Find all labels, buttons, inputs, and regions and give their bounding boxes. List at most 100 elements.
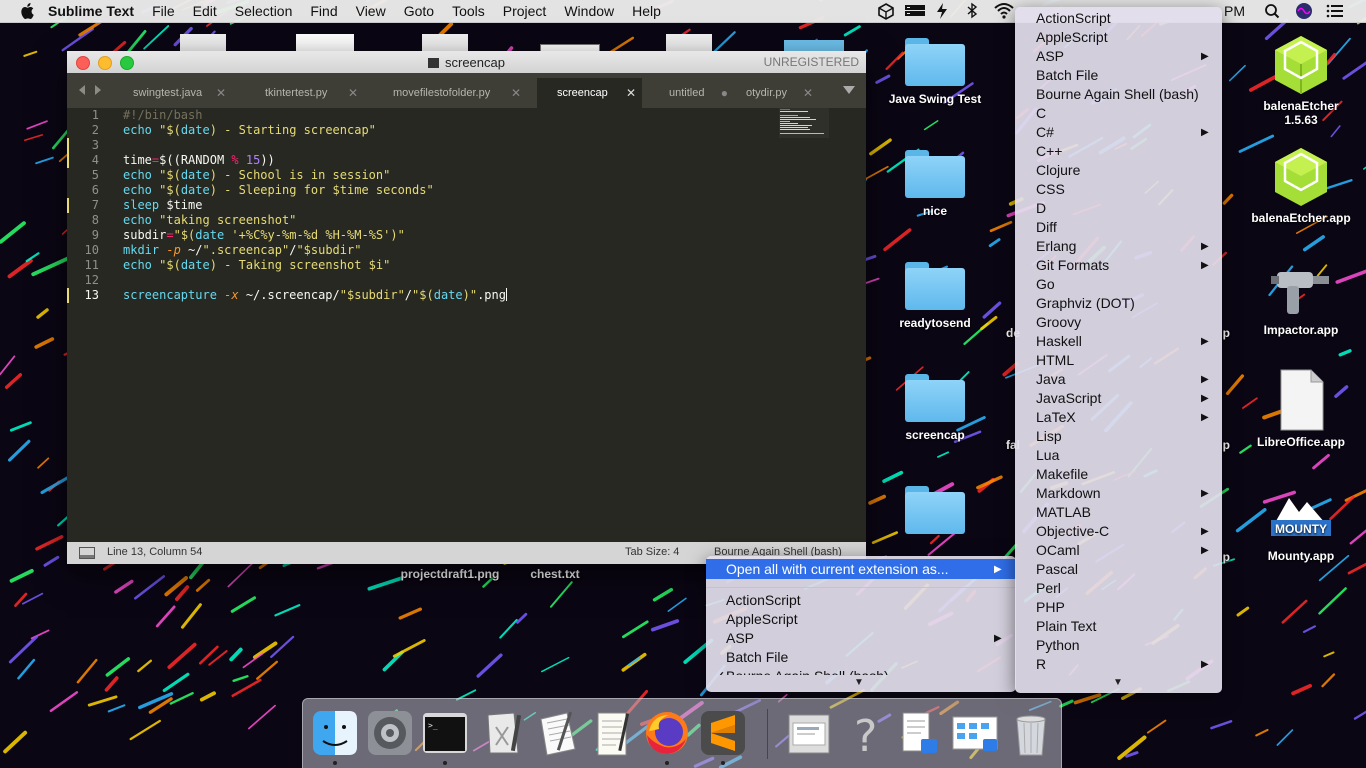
syntax-item-graphviz-dot[interactable]: Graphviz (DOT) [1036, 294, 1135, 313]
syntax-item-c[interactable]: C++ [1036, 142, 1062, 161]
syntax-item-r[interactable]: R [1036, 655, 1046, 674]
script-editor-icon[interactable] [478, 709, 526, 757]
firefox-icon[interactable] [643, 709, 691, 757]
finder-icon[interactable] [311, 709, 359, 757]
menu-project[interactable]: Project [503, 3, 547, 19]
tab-list-dropdown-icon[interactable] [842, 84, 856, 96]
code-line[interactable]: echo "$(date) - Starting screencap" [123, 123, 376, 138]
desktop-app-balena-etcher-app[interactable]: balenaEtcher.app [1246, 146, 1356, 225]
tab-close-icon[interactable]: ✕ [348, 78, 358, 108]
syntax-item-pascal[interactable]: Pascal [1036, 560, 1078, 579]
app-name-menu[interactable]: Sublime Text [48, 3, 134, 19]
desktop-file-chest[interactable]: chest.txt [515, 567, 595, 581]
trash-icon[interactable] [1007, 709, 1055, 757]
notification-center-icon[interactable] [1326, 0, 1344, 22]
syntax-item-objective-c[interactable]: Objective-C [1036, 522, 1109, 541]
code-line[interactable]: echo "$(date) - Taking screenshot $i" [123, 258, 390, 273]
syntax-item-git-formats[interactable]: Git Formats [1036, 256, 1109, 275]
syntax-item-markdown[interactable]: Markdown [1036, 484, 1101, 503]
tab-close-icon[interactable]: ✕ [511, 78, 521, 108]
syntax-item-actionscript[interactable]: ActionScript [726, 591, 801, 610]
desktop-folder-java-swing-test[interactable]: Java Swing Test [880, 38, 990, 106]
desktop-app-balena-etcher[interactable]: balenaEtcher 1.5.63 [1246, 34, 1356, 127]
minimap[interactable] [779, 108, 829, 138]
syntax-item-go[interactable]: Go [1036, 275, 1055, 294]
menu-scroll-down-icon[interactable]: ▼ [1113, 677, 1123, 688]
drive-icon[interactable] [903, 0, 927, 22]
desktop-folder-unnamed[interactable] [880, 486, 990, 540]
file-icon[interactable] [895, 709, 943, 757]
desktop-app-impactor[interactable]: Impactor.app [1246, 258, 1356, 337]
syntax-item-c[interactable]: C# [1036, 123, 1054, 142]
code-editor[interactable]: 1 #!/bin/bash 2 echo "$(date) - Starting s… [67, 108, 866, 542]
desktop-app-mounty[interactable]: MOUNTY Mounty.app [1246, 490, 1356, 563]
unsaved-dot-icon[interactable]: ● [721, 78, 728, 108]
syntax-item-javascript[interactable]: JavaScript [1036, 389, 1101, 408]
syntax-item-asp[interactable]: ASP [726, 629, 754, 648]
syntax-item-latex[interactable]: LaTeX [1036, 408, 1076, 427]
tab-movefilestofolder[interactable]: movefilestofolder.py ✕ [372, 78, 527, 108]
syntax-item-c[interactable]: C [1036, 104, 1046, 123]
search-icon[interactable] [1264, 0, 1280, 22]
syntax-item-applescript[interactable]: AppleScript [1036, 28, 1108, 47]
syntax-item-applescript[interactable]: AppleScript [726, 610, 798, 629]
syntax-item-asp[interactable]: ASP [1036, 47, 1064, 66]
syntax-item-clojure[interactable]: Clojure [1036, 161, 1080, 180]
document-viewer-icon[interactable] [785, 709, 833, 757]
system-preferences-icon[interactable] [366, 709, 414, 757]
apple-logo-icon[interactable] [20, 3, 34, 19]
syntax-item-lua[interactable]: Lua [1036, 446, 1059, 465]
syntax-item-batch-file[interactable]: Batch File [1036, 66, 1098, 85]
code-line[interactable]: echo "$(date) - School is in session" [123, 168, 390, 183]
syntax-item-css[interactable]: CSS [1036, 180, 1065, 199]
menu-help[interactable]: Help [632, 3, 661, 19]
menu-edit[interactable]: Edit [193, 3, 217, 19]
syntax-item-matlab[interactable]: MATLAB [1036, 503, 1091, 522]
syntax-item-bash[interactable]: Bourne Again Shell (bash) [726, 667, 889, 675]
tab-untitled[interactable]: untitled ● [650, 78, 740, 108]
code-line[interactable]: mkdir -p ~/".screencap"/"$subdir" [123, 243, 361, 258]
menu-tools[interactable]: Tools [452, 3, 485, 19]
syntax-item-java[interactable]: Java [1036, 370, 1066, 389]
menu-view[interactable]: View [356, 3, 386, 19]
tab-otydir[interactable]: otydir.py ✕ [744, 78, 819, 108]
bluetooth-icon[interactable] [965, 0, 979, 22]
screenshot-icon[interactable] [951, 709, 999, 757]
bolt-icon[interactable] [935, 0, 949, 22]
desktop-file-projectdraft[interactable]: projectdraft1.png [390, 567, 510, 581]
syntax-item-makefile[interactable]: Makefile [1036, 465, 1088, 484]
syntax-item-haskell[interactable]: Haskell [1036, 332, 1082, 351]
syntax-item-actionscript[interactable]: ActionScript [1036, 9, 1111, 28]
syntax-item-d[interactable]: D [1036, 199, 1046, 218]
desktop-app-libreoffice[interactable]: LibreOffice.app [1246, 368, 1356, 449]
syntax-item-lisp[interactable]: Lisp [1036, 427, 1062, 446]
desktop-folder-nice[interactable]: nice [880, 150, 990, 218]
tab-close-icon[interactable]: ✕ [216, 78, 226, 108]
tab-close-icon[interactable]: ✕ [803, 78, 813, 108]
package-icon[interactable] [877, 0, 895, 22]
sublime-text-icon[interactable] [699, 709, 747, 757]
menu-file[interactable]: File [152, 3, 175, 19]
terminal-icon[interactable]: >_ [421, 709, 469, 757]
syntax-item-ocaml[interactable]: OCaml [1036, 541, 1080, 560]
code-line[interactable]: echo "$(date) - Sleeping for $time secon… [123, 183, 434, 198]
menu-selection[interactable]: Selection [235, 3, 293, 19]
code-line[interactable]: #!/bin/bash [123, 108, 202, 123]
syntax-item-python[interactable]: Python [1036, 636, 1080, 655]
desktop-folder-screencap[interactable]: screencap [880, 374, 990, 442]
syntax-item-erlang[interactable]: Erlang [1036, 237, 1076, 256]
syntax-item-groovy[interactable]: Groovy [1036, 313, 1081, 332]
tab-screencap[interactable]: screencap ✕ [537, 78, 642, 108]
help-icon[interactable]: ? [840, 709, 888, 757]
code-line[interactable]: sleep $time [123, 198, 202, 213]
textedit-icon[interactable] [533, 709, 581, 757]
tab-size-setting[interactable]: Tab Size: 4 [625, 546, 679, 558]
code-line[interactable]: subdir="$(date '+%C%y-%m-%d %H-%M-%S')" [123, 228, 405, 243]
syntax-item-html[interactable]: HTML [1036, 351, 1074, 370]
tab-tkintertest[interactable]: tkintertest.py ✕ [244, 78, 364, 108]
menu-scroll-down-icon[interactable]: ▼ [854, 677, 864, 688]
menu-find[interactable]: Find [310, 3, 337, 19]
tab-swingtest[interactable]: swingtest.java ✕ [112, 78, 232, 108]
wifi-icon[interactable] [993, 0, 1015, 22]
syntax-item-perl[interactable]: Perl [1036, 579, 1061, 598]
